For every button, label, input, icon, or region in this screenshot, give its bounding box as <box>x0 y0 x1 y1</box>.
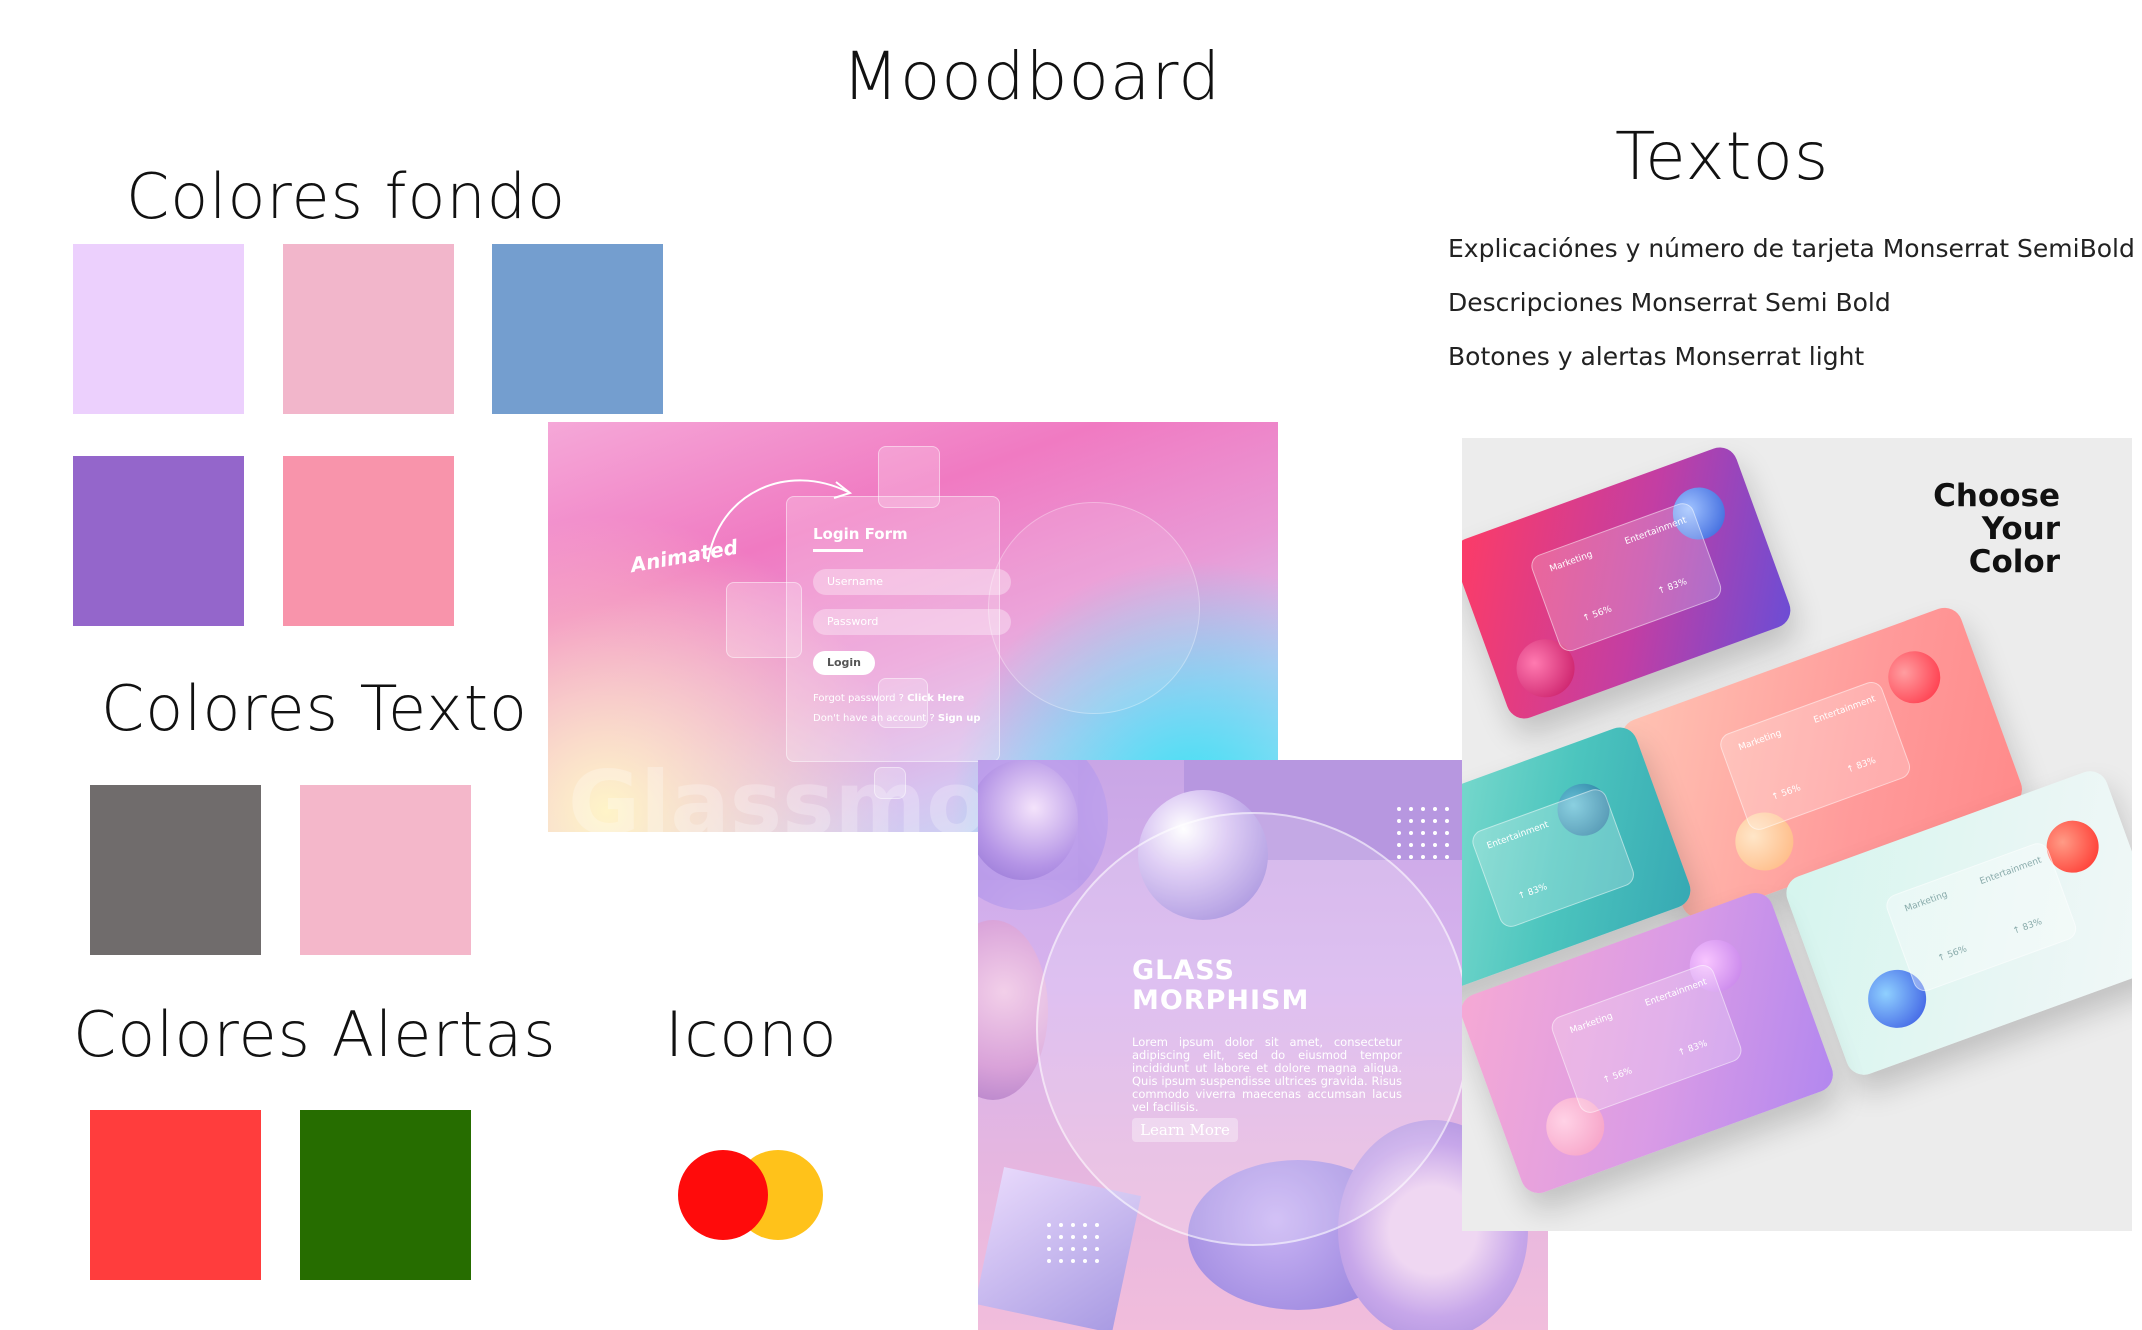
card-value: ↑ 56% <box>1581 604 1614 625</box>
forgot-text: Forgot password ? <box>813 693 904 704</box>
card-glass-panel: Marketing Entertainment ↑ 56% ↑ 83% <box>1548 961 1745 1117</box>
card-orb <box>1880 643 1948 711</box>
dot-grid <box>1397 807 1449 859</box>
click-here-link[interactable]: Click Here <box>907 693 964 704</box>
colores-texto-heading: Colores Texto <box>101 672 528 745</box>
glass-title-line2: MORPHISM <box>1132 985 1310 1016</box>
card-value: ↑ 83% <box>1845 755 1878 776</box>
login-button[interactable]: Login <box>813 651 875 675</box>
background-color-swatch <box>283 456 454 626</box>
glass-square <box>874 767 906 799</box>
login-panel: Login Form Username Password Login Forgo… <box>786 496 1011 762</box>
card-glass-panel: Marketing Entertainment ↑ 56% ↑ 83% <box>1716 678 1914 834</box>
card-label: Marketing <box>1737 728 1783 754</box>
card-value: ↑ 83% <box>1656 577 1689 597</box>
dot-grid <box>1047 1223 1099 1263</box>
glass-circle <box>988 502 1200 714</box>
card-value: ↑ 56% <box>1770 783 1803 803</box>
colores-alertas-heading: Colores Alertas <box>73 998 557 1071</box>
card-label: Marketing <box>1903 889 1950 915</box>
signup-link[interactable]: Sign up <box>938 713 981 724</box>
color-line: Color <box>1968 544 2060 580</box>
learn-more-button[interactable]: Learn More <box>1132 1118 1238 1142</box>
choose-color-reference-image: Choose Your Color Marketing Entertainmen… <box>1462 438 2132 1231</box>
card-value: ↑ 56% <box>1601 1066 1634 1086</box>
background-color-swatch <box>73 456 244 626</box>
signup-text: Don't have an account ? <box>813 713 935 724</box>
text-color-swatch <box>300 785 471 955</box>
icono-heading: Icono <box>665 998 838 1071</box>
background-color-swatch <box>73 244 244 414</box>
textos-line: Botones y alertas Monserrat light <box>1448 342 1865 371</box>
signup-row: Don't have an account ? Sign up <box>813 713 981 724</box>
login-title-underline <box>813 549 863 552</box>
login-form-title: Login Form <box>813 525 908 543</box>
alert-color-swatch <box>300 1110 471 1280</box>
card-label: Entertainment <box>1485 819 1551 852</box>
alert-color-swatch <box>90 1110 261 1280</box>
mastercard-red-circle <box>678 1150 768 1240</box>
textos-line: Explicaciónes y número de tarjeta Monser… <box>1448 234 2135 263</box>
mastercard-icon <box>678 1150 824 1242</box>
page-title: Moodboard <box>842 38 1222 115</box>
card-label: Entertainment <box>1812 694 1877 726</box>
card-glass-panel: Entertainment ↑ 83% <box>1469 785 1638 931</box>
background-color-swatch <box>492 244 663 414</box>
card-label: Entertainment <box>1978 855 2044 888</box>
glass-title: GLASS MORPHISM <box>1132 956 1309 1016</box>
password-input[interactable]: Password <box>813 609 1011 635</box>
forgot-password-row: Forgot password ? Click Here <box>813 693 964 704</box>
watermark-text: Glassmor <box>568 752 1031 832</box>
card-value: ↑ 83% <box>2011 917 2044 937</box>
card-value: ↑ 83% <box>1516 882 1549 902</box>
card-label: Marketing <box>1548 549 1595 575</box>
card-value: ↑ 56% <box>1936 944 1969 965</box>
glass-body-text: Lorem ipsum dolor sit amet, consectetur … <box>1132 1035 1402 1114</box>
card-glass-panel: Marketing Entertainment ↑ 56% ↑ 83% <box>1883 839 2080 995</box>
glass-title-line1: GLASS <box>1132 955 1235 986</box>
username-input[interactable]: Username <box>813 569 1011 595</box>
choose-line: Choose <box>1933 478 2060 514</box>
card-glass-panel: Marketing Entertainment ↑ 56% ↑ 83% <box>1528 499 1725 655</box>
card-value: ↑ 83% <box>1676 1038 1709 1059</box>
card-label: Marketing <box>1568 1011 1615 1037</box>
your-line: Your <box>1981 511 2060 547</box>
choose-your-color-heading: Choose Your Color <box>1933 480 2060 579</box>
text-color-swatch <box>90 785 261 955</box>
colores-fondo-heading: Colores fondo <box>126 160 567 233</box>
card-label: Entertainment <box>1623 515 1689 548</box>
glass-disc <box>1036 812 1470 1246</box>
card-label: Entertainment <box>1643 977 1709 1009</box>
textos-heading: Textos <box>1615 118 1830 195</box>
textos-line: Descripciones Monserrat Semi Bold <box>1448 288 1891 317</box>
background-color-swatch <box>283 244 454 414</box>
